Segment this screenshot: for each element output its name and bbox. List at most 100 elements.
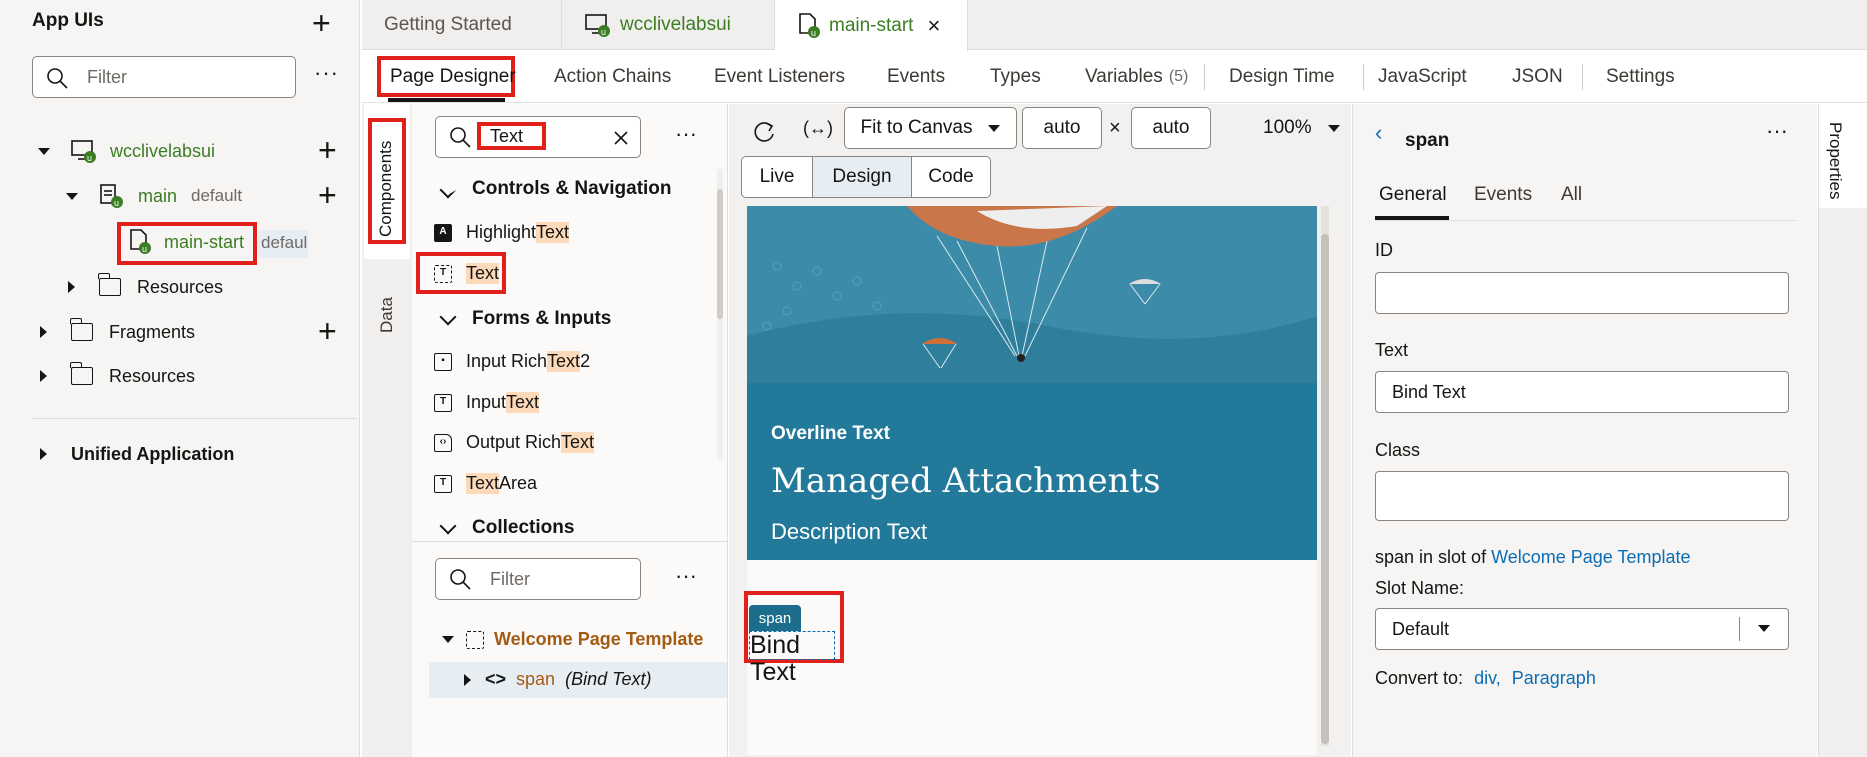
tab-event-listeners[interactable]: Event Listeners: [714, 51, 845, 103]
tab-main-start[interactable]: u main-start ×: [775, 0, 968, 51]
id-input[interactable]: [1375, 272, 1789, 314]
tab-events[interactable]: Events: [887, 51, 945, 103]
default-badge: defaul: [258, 230, 308, 258]
structure-span[interactable]: <> span (Bind Text): [464, 669, 651, 690]
tree-item-main[interactable]: u main default: [66, 178, 242, 214]
text-input[interactable]: Bind Text: [1375, 371, 1789, 413]
structure-filter-input[interactable]: Filter: [435, 558, 641, 600]
tree-item-resources-inner[interactable]: Resources: [68, 269, 223, 305]
convert-paragraph-link[interactable]: Paragraph: [1512, 668, 1596, 688]
tab-data[interactable]: Data: [377, 297, 397, 333]
tab-javascript[interactable]: JavaScript: [1378, 51, 1467, 103]
tree-item-app[interactable]: u wcclivelabsui: [38, 133, 215, 169]
slot-name-select[interactable]: Default: [1375, 608, 1789, 650]
add-icon[interactable]: +: [318, 179, 337, 211]
tab-page-designer[interactable]: Page Designer: [390, 51, 516, 103]
back-icon[interactable]: ‹: [1375, 120, 1382, 146]
tab-properties[interactable]: Properties: [1825, 122, 1845, 199]
resources-label: Resources: [137, 276, 224, 297]
count-badge: (5): [1168, 68, 1189, 85]
divider: [1204, 64, 1205, 90]
close-icon[interactable]: ×: [927, 13, 940, 39]
component-highlight-text[interactable]: A Highlight Text: [434, 222, 570, 243]
add-icon[interactable]: +: [318, 134, 337, 166]
add-icon[interactable]: +: [312, 7, 331, 39]
refresh-icon[interactable]: [751, 118, 779, 146]
component-output-rich-text[interactable]: ‹› Output Rich Text: [434, 432, 595, 453]
svg-text:u: u: [601, 27, 606, 37]
tab-general[interactable]: General: [1379, 184, 1447, 206]
text-area-icon: T: [434, 474, 452, 493]
responsive-icon[interactable]: (↔): [803, 118, 833, 139]
bind-text-span[interactable]: Bind Text: [749, 631, 835, 686]
more-icon[interactable]: ···: [675, 123, 697, 145]
main-start-label: main-start: [164, 231, 245, 252]
web-app-icon: u: [71, 140, 96, 163]
page-icon: u: [799, 12, 820, 38]
chevron-right-icon: [464, 673, 471, 686]
tab-wcclivelabsui[interactable]: u wcclivelabsui: [562, 0, 775, 50]
class-input[interactable]: [1375, 471, 1789, 521]
tab-label: wcclivelabsui: [620, 14, 731, 35]
item-match: Text: [506, 392, 540, 413]
component-search-input[interactable]: Text: [435, 116, 641, 158]
design-button[interactable]: Design: [812, 156, 912, 198]
section-collections[interactable]: Collections: [438, 517, 574, 539]
app-uis-panel: App UIs + Filter ··· u wcclivelabsui + u…: [0, 0, 360, 757]
page-preview[interactable]: Overline Text Managed Attachments Descri…: [744, 206, 1317, 755]
tab-action-chains[interactable]: Action Chains: [554, 51, 671, 103]
tree-item-fragments[interactable]: Fragments: [40, 314, 195, 350]
tab-variables[interactable]: Variables (5): [1085, 51, 1188, 103]
template-label: Welcome Page Template: [494, 629, 704, 649]
more-icon[interactable]: ···: [314, 62, 339, 84]
unified-label: Unified Application: [71, 443, 235, 464]
clear-icon[interactable]: [612, 129, 630, 147]
scrollbar[interactable]: [717, 169, 723, 459]
fit-to-canvas-select[interactable]: Fit to Canvas: [844, 107, 1017, 149]
tab-types[interactable]: Types: [990, 51, 1041, 103]
code-button[interactable]: Code: [911, 156, 991, 198]
height-input[interactable]: auto: [1131, 107, 1211, 149]
structure-template[interactable]: Welcome Page Template: [442, 629, 703, 650]
tab-settings[interactable]: Settings: [1606, 51, 1675, 103]
tab-design-time[interactable]: Design Time: [1229, 51, 1335, 103]
search-value: Text: [490, 126, 524, 146]
svg-text:u: u: [114, 198, 119, 208]
convert-div-link[interactable]: div,: [1474, 668, 1501, 688]
component-text[interactable]: T Text: [434, 263, 500, 284]
item-label: Input: [466, 392, 507, 412]
tree-item-unified[interactable]: Unified Application: [40, 436, 234, 472]
tab-label: main-start: [829, 14, 914, 36]
component-input-rich-text[interactable]: ▪ Input Rich Text 2: [434, 351, 590, 372]
svg-text:u: u: [811, 28, 816, 38]
filter-input[interactable]: Filter: [32, 56, 296, 98]
width-input[interactable]: auto: [1022, 107, 1102, 149]
canvas-scrollbar[interactable]: [1321, 206, 1329, 746]
component-input-text[interactable]: T Input Text: [434, 392, 540, 413]
span-note: (Bind Text): [565, 669, 652, 689]
tab-all[interactable]: All: [1561, 184, 1582, 206]
section-controls[interactable]: Controls & Navigation: [438, 178, 672, 200]
tab-label: Getting Started: [384, 14, 512, 35]
add-icon[interactable]: +: [318, 315, 337, 347]
chevron-down-icon: [988, 124, 1001, 132]
more-icon[interactable]: ···: [675, 565, 697, 587]
tab-json[interactable]: JSON: [1512, 51, 1563, 103]
section-label: Forms & Inputs: [472, 308, 612, 329]
span-badge: span: [749, 605, 801, 631]
tab-getting-started[interactable]: Getting Started: [362, 0, 562, 50]
tab-components[interactable]: Components: [376, 141, 396, 237]
divider: [32, 418, 358, 419]
live-button[interactable]: Live: [741, 156, 813, 198]
tab-events[interactable]: Events: [1474, 184, 1532, 206]
zoom-select[interactable]: 100%: [1263, 117, 1340, 139]
tree-item-main-start[interactable]: u main-start: [128, 224, 244, 260]
slot-template-link[interactable]: Welcome Page Template: [1491, 547, 1690, 567]
chevron-down-icon: [1758, 625, 1770, 632]
resources-label: Resources: [109, 365, 196, 386]
chevron-down-icon: [1327, 124, 1340, 132]
section-forms[interactable]: Forms & Inputs: [438, 308, 611, 330]
tree-item-resources[interactable]: Resources: [40, 358, 195, 394]
more-icon[interactable]: ···: [1766, 120, 1788, 142]
component-text-area[interactable]: T Text Area: [434, 473, 537, 494]
